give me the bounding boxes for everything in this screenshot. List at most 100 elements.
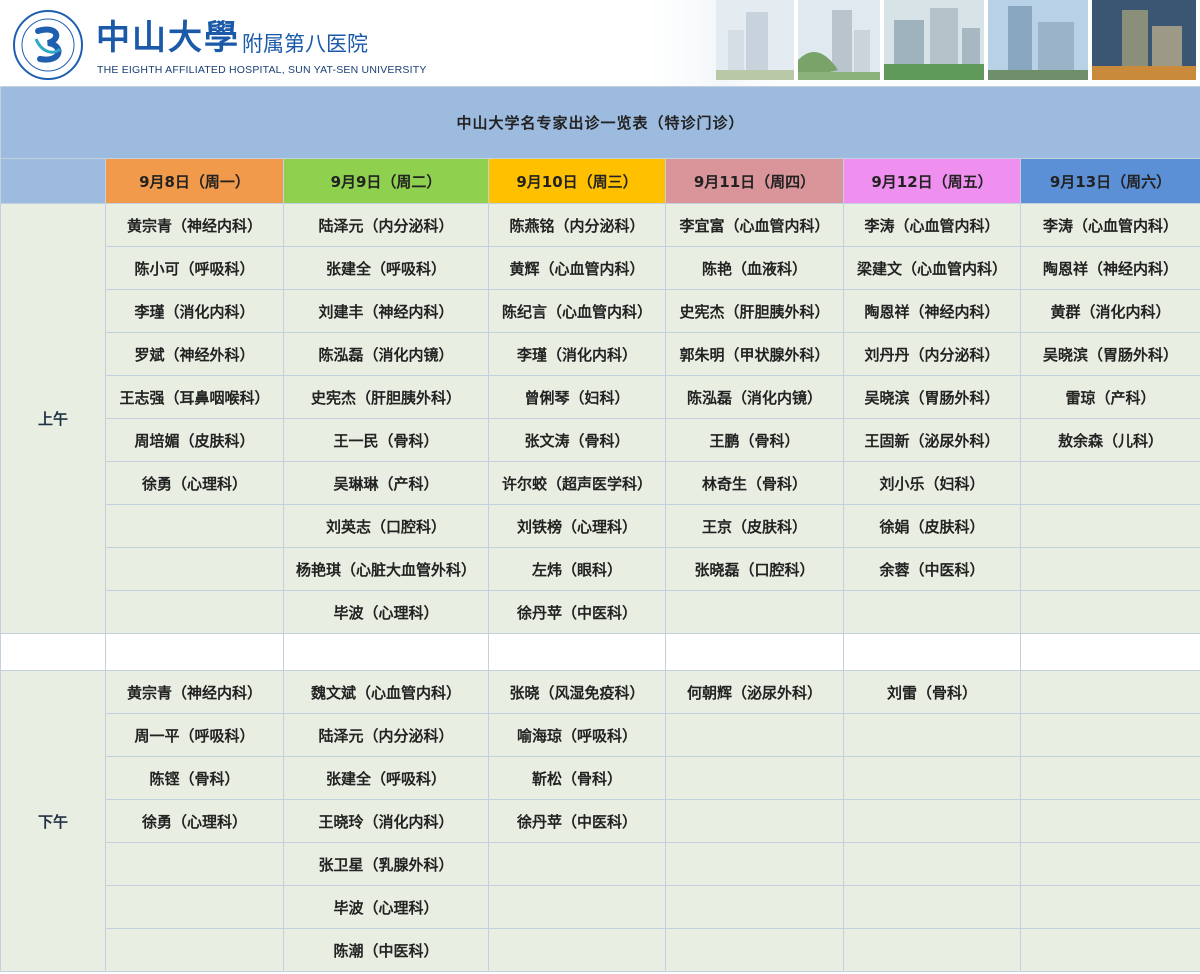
doctor-cell: 张建全（呼吸科） <box>283 246 489 290</box>
doctor-cell <box>843 590 1021 634</box>
doctor-cell: 吴琳琳（产科） <box>283 461 489 505</box>
morning-row: 徐勇（心理科） 吴琳琳（产科） 许尔蛟（超声医学科） 林奇生（骨科） 刘小乐（妇科） <box>1 461 1200 505</box>
doctor-cell <box>105 842 284 886</box>
morning-row: 王志强（耳鼻咽喉科） 史宪杰（肝胆胰外科） 曾俐琴（妇科） 陈泓磊（消化内镜） 吴晓滨（… <box>1 375 1200 419</box>
doctor-cell <box>488 842 666 886</box>
doctor-cell: 刘小乐（妇科） <box>843 461 1021 505</box>
doctor-cell <box>105 504 284 548</box>
day-header: 9月12日（周五） <box>843 158 1021 204</box>
separator-cell <box>105 633 284 671</box>
doctor-cell: 刘雷（骨科） <box>843 670 1021 714</box>
doctor-cell <box>1019 799 1200 843</box>
building-photo-strip <box>650 0 1200 86</box>
morning-row: 陈小可（呼吸科） 张建全（呼吸科） 黄辉（心血管内科） 陈艳（血液科） 梁建文（心血管内… <box>1 246 1200 290</box>
expert-schedule-table: 中山大学名专家出诊一览表（特诊门诊） 9月8日（周一） 9月9日（周二） 9月1… <box>0 86 1200 972</box>
doctor-cell: 刘铁榜（心理科） <box>488 504 666 548</box>
doctor-cell <box>105 928 284 972</box>
separator-cell <box>0 633 106 671</box>
doctor-cell <box>488 928 666 972</box>
period-separator-row <box>0 633 1200 671</box>
doctor-cell: 罗斌（神经外科） <box>105 332 284 376</box>
doctor-cell <box>1019 670 1200 714</box>
afternoon-row: 徐勇（心理科） 王晓玲（消化内科） 徐丹苹（中医科） <box>1 799 1200 843</box>
doctor-cell <box>665 799 844 843</box>
doctor-cell: 徐丹苹（中医科） <box>488 590 666 634</box>
doctor-cell: 敖余森（儿科） <box>1019 418 1200 462</box>
separator-cell <box>283 633 489 671</box>
building-photo-4 <box>988 0 1088 80</box>
doctor-cell: 陈泓磊（消化内镜） <box>283 332 489 376</box>
building-photo-3 <box>884 0 984 80</box>
university-name: 中山大學 <box>96 18 240 58</box>
doctor-cell <box>105 885 284 929</box>
doctor-cell: 杨艳琪（心脏大血管外科） <box>283 547 489 591</box>
doctor-cell: 王鹏（骨科） <box>665 418 844 462</box>
doctor-cell: 张建全（呼吸科） <box>283 756 489 800</box>
afternoon-row: 周一平（呼吸科） 陆泽元（内分泌科） 喻海琼（呼吸科） <box>1 713 1200 757</box>
doctor-cell <box>1019 928 1200 972</box>
doctor-cell <box>843 842 1021 886</box>
doctor-cell: 李瑾（消化内科） <box>488 332 666 376</box>
doctor-cell: 左炜（眼科） <box>488 547 666 591</box>
doctor-cell: 刘英志（口腔科） <box>283 504 489 548</box>
doctor-cell: 陆泽元（内分泌科） <box>283 713 489 757</box>
doctor-cell: 王一民（骨科） <box>283 418 489 462</box>
morning-period-label: 上午 <box>0 203 106 634</box>
doctor-cell: 黄宗青（神经内科） <box>105 203 284 247</box>
doctor-cell: 张卫星（乳腺外科） <box>283 842 489 886</box>
doctor-cell <box>1019 842 1200 886</box>
morning-row: 李瑾（消化内科） 刘建丰（神经内科） 陈纪言（心血管内科） 史宪杰（肝胆胰外科） 陶恩祥… <box>1 289 1200 333</box>
building-photo-1 <box>716 0 794 80</box>
doctor-cell: 刘建丰（神经内科） <box>283 289 489 333</box>
afternoon-row: 陈潮（中医科） <box>1 928 1200 972</box>
doctor-cell: 曾俐琴（妇科） <box>488 375 666 419</box>
doctor-cell: 毕波（心理科） <box>283 885 489 929</box>
doctor-cell <box>1019 713 1200 757</box>
day-header: 9月13日（周六） <box>1019 158 1200 204</box>
doctor-cell <box>843 799 1021 843</box>
schedule-title: 中山大学名专家出诊一览表（特诊门诊） <box>0 86 1200 159</box>
doctor-cell: 周一平（呼吸科） <box>105 713 284 757</box>
doctor-cell: 陈燕铭（内分泌科） <box>488 203 666 247</box>
doctor-cell: 张晓磊（口腔科） <box>665 547 844 591</box>
morning-row: 刘英志（口腔科） 刘铁榜（心理科） 王京（皮肤科） 徐娟（皮肤科） <box>1 504 1200 548</box>
doctor-cell <box>843 713 1021 757</box>
afternoon-row: 张卫星（乳腺外科） <box>1 842 1200 886</box>
doctor-cell: 王晓玲（消化内科） <box>283 799 489 843</box>
separator-cell <box>665 633 844 671</box>
doctor-cell: 何朝辉（泌尿外科） <box>665 670 844 714</box>
doctor-cell <box>665 590 844 634</box>
afternoon-period-label: 下午 <box>0 670 106 972</box>
doctor-cell <box>1019 504 1200 548</box>
doctor-cell <box>105 547 284 591</box>
doctor-cell <box>1019 547 1200 591</box>
day-header: 9月8日（周一） <box>105 158 284 204</box>
doctor-cell <box>1019 756 1200 800</box>
doctor-cell: 陈铿（骨科） <box>105 756 284 800</box>
doctor-cell <box>843 885 1021 929</box>
doctor-cell: 徐娟（皮肤科） <box>843 504 1021 548</box>
doctor-cell: 张文涛（骨科） <box>488 418 666 462</box>
morning-row: 周培媚（皮肤科） 王一民（骨科） 张文涛（骨科） 王鹏（骨科） 王固新（泌尿外科） 敖余森… <box>1 418 1200 462</box>
day-header: 9月9日（周二） <box>283 158 489 204</box>
morning-row: 杨艳琪（心脏大血管外科） 左炜（眼科） 张晓磊（口腔科） 余蓉（中医科） <box>1 547 1200 591</box>
doctor-cell: 陶恩祥（神经内科） <box>1019 246 1200 290</box>
day-header: 9月11日（周四） <box>665 158 844 204</box>
doctor-cell: 李瑾（消化内科） <box>105 289 284 333</box>
hospital-english-name: THE EIGHTH AFFILIATED HOSPITAL, SUN YAT-… <box>97 64 427 76</box>
doctor-cell: 陈潮（中医科） <box>283 928 489 972</box>
separator-cell <box>843 633 1021 671</box>
doctor-cell <box>665 756 844 800</box>
doctor-cell: 张晓（风湿免疫科） <box>488 670 666 714</box>
hospital-header: 中山大學 附属第八医院 THE EIGHTH AFFILIATED HOSPIT… <box>0 0 1200 86</box>
doctor-cell: 靳松（骨科） <box>488 756 666 800</box>
doctor-cell: 陈纪言（心血管内科） <box>488 289 666 333</box>
morning-row: 罗斌（神经外科） 陈泓磊（消化内镜） 李瑾（消化内科） 郭朱明（甲状腺外科） 刘丹丹（内… <box>1 332 1200 376</box>
doctor-cell: 吴晓滨（胃肠外科） <box>843 375 1021 419</box>
doctor-cell: 刘丹丹（内分泌科） <box>843 332 1021 376</box>
morning-row: 毕波（心理科） 徐丹苹（中医科） <box>1 590 1200 634</box>
doctor-cell <box>665 885 844 929</box>
doctor-cell: 王固新（泌尿外科） <box>843 418 1021 462</box>
doctor-cell: 黄辉（心血管内科） <box>488 246 666 290</box>
doctor-cell: 王志强（耳鼻咽喉科） <box>105 375 284 419</box>
